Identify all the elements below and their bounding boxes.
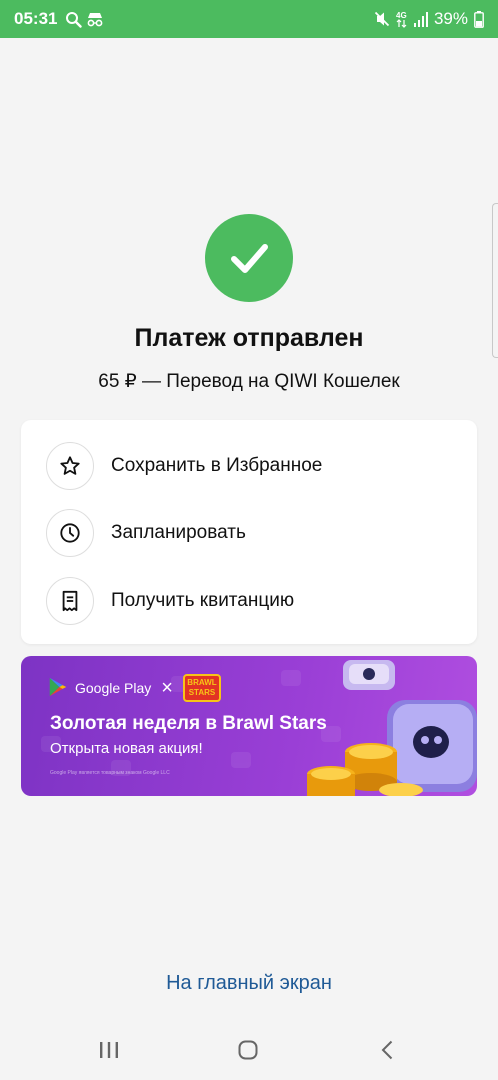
promo-subtitle: Открыта новая акция!	[50, 740, 203, 757]
star-icon	[46, 442, 94, 490]
promo-banner[interactable]: Google Play × BRAWL STARS Золотая неделя…	[21, 656, 477, 796]
signal-icon	[413, 11, 428, 27]
save-to-favorites-button[interactable]: Сохранить в Избранное	[21, 434, 477, 498]
recent-apps-icon[interactable]	[99, 1040, 119, 1060]
status-time: 05:31	[14, 9, 58, 28]
schedule-button[interactable]: Запланировать	[21, 501, 477, 565]
brawl-stars-logo-line1: BRAWL	[187, 678, 217, 687]
brawl-stars-logo-line2: STARS	[188, 688, 216, 697]
page-title: Платеж отправлен	[134, 324, 364, 352]
skull-box-small-icon	[343, 660, 395, 690]
save-to-favorites-label: Сохранить в Избранное	[111, 455, 323, 476]
promo-title: Золотая неделя в Brawl Stars	[50, 713, 327, 734]
google-play-logo-icon	[47, 676, 69, 701]
battery-icon	[474, 10, 484, 28]
mute-icon	[374, 11, 390, 27]
receipt-icon	[46, 577, 94, 625]
go-home-link[interactable]: На главный экран	[0, 972, 498, 995]
clock-icon	[46, 509, 94, 557]
svg-text:4G: 4G	[396, 11, 407, 20]
incognito-icon	[86, 11, 104, 27]
skull-box-large-icon	[387, 700, 477, 792]
status-bar: 05:31 4G 39%	[0, 0, 498, 38]
actions-card: Сохранить в Избранное Запланировать Полу…	[21, 420, 477, 644]
battery-percent: 39%	[433, 9, 468, 28]
promo-fine-print: Google Play является товарным знаком Goo…	[50, 770, 170, 776]
google-play-label: Google Play	[75, 680, 152, 696]
get-receipt-label: Получить квитанцию	[111, 590, 295, 611]
promo-partners: Google Play × BRAWL STARS	[47, 674, 221, 702]
brawl-stars-logo: BRAWL STARS	[182, 674, 221, 702]
get-receipt-button[interactable]: Получить квитанцию	[21, 569, 477, 633]
success-check-icon	[205, 214, 293, 302]
schedule-label: Запланировать	[111, 522, 246, 543]
back-icon[interactable]	[380, 1040, 394, 1060]
partner-separator: ×	[161, 676, 173, 699]
system-nav-bar	[0, 1020, 498, 1080]
payment-summary: 65 ₽ — Перевод на QIWI Кошелек	[98, 371, 400, 392]
search-icon	[65, 11, 83, 28]
home-icon[interactable]	[238, 1040, 258, 1060]
4g-icon: 4G	[396, 10, 408, 28]
